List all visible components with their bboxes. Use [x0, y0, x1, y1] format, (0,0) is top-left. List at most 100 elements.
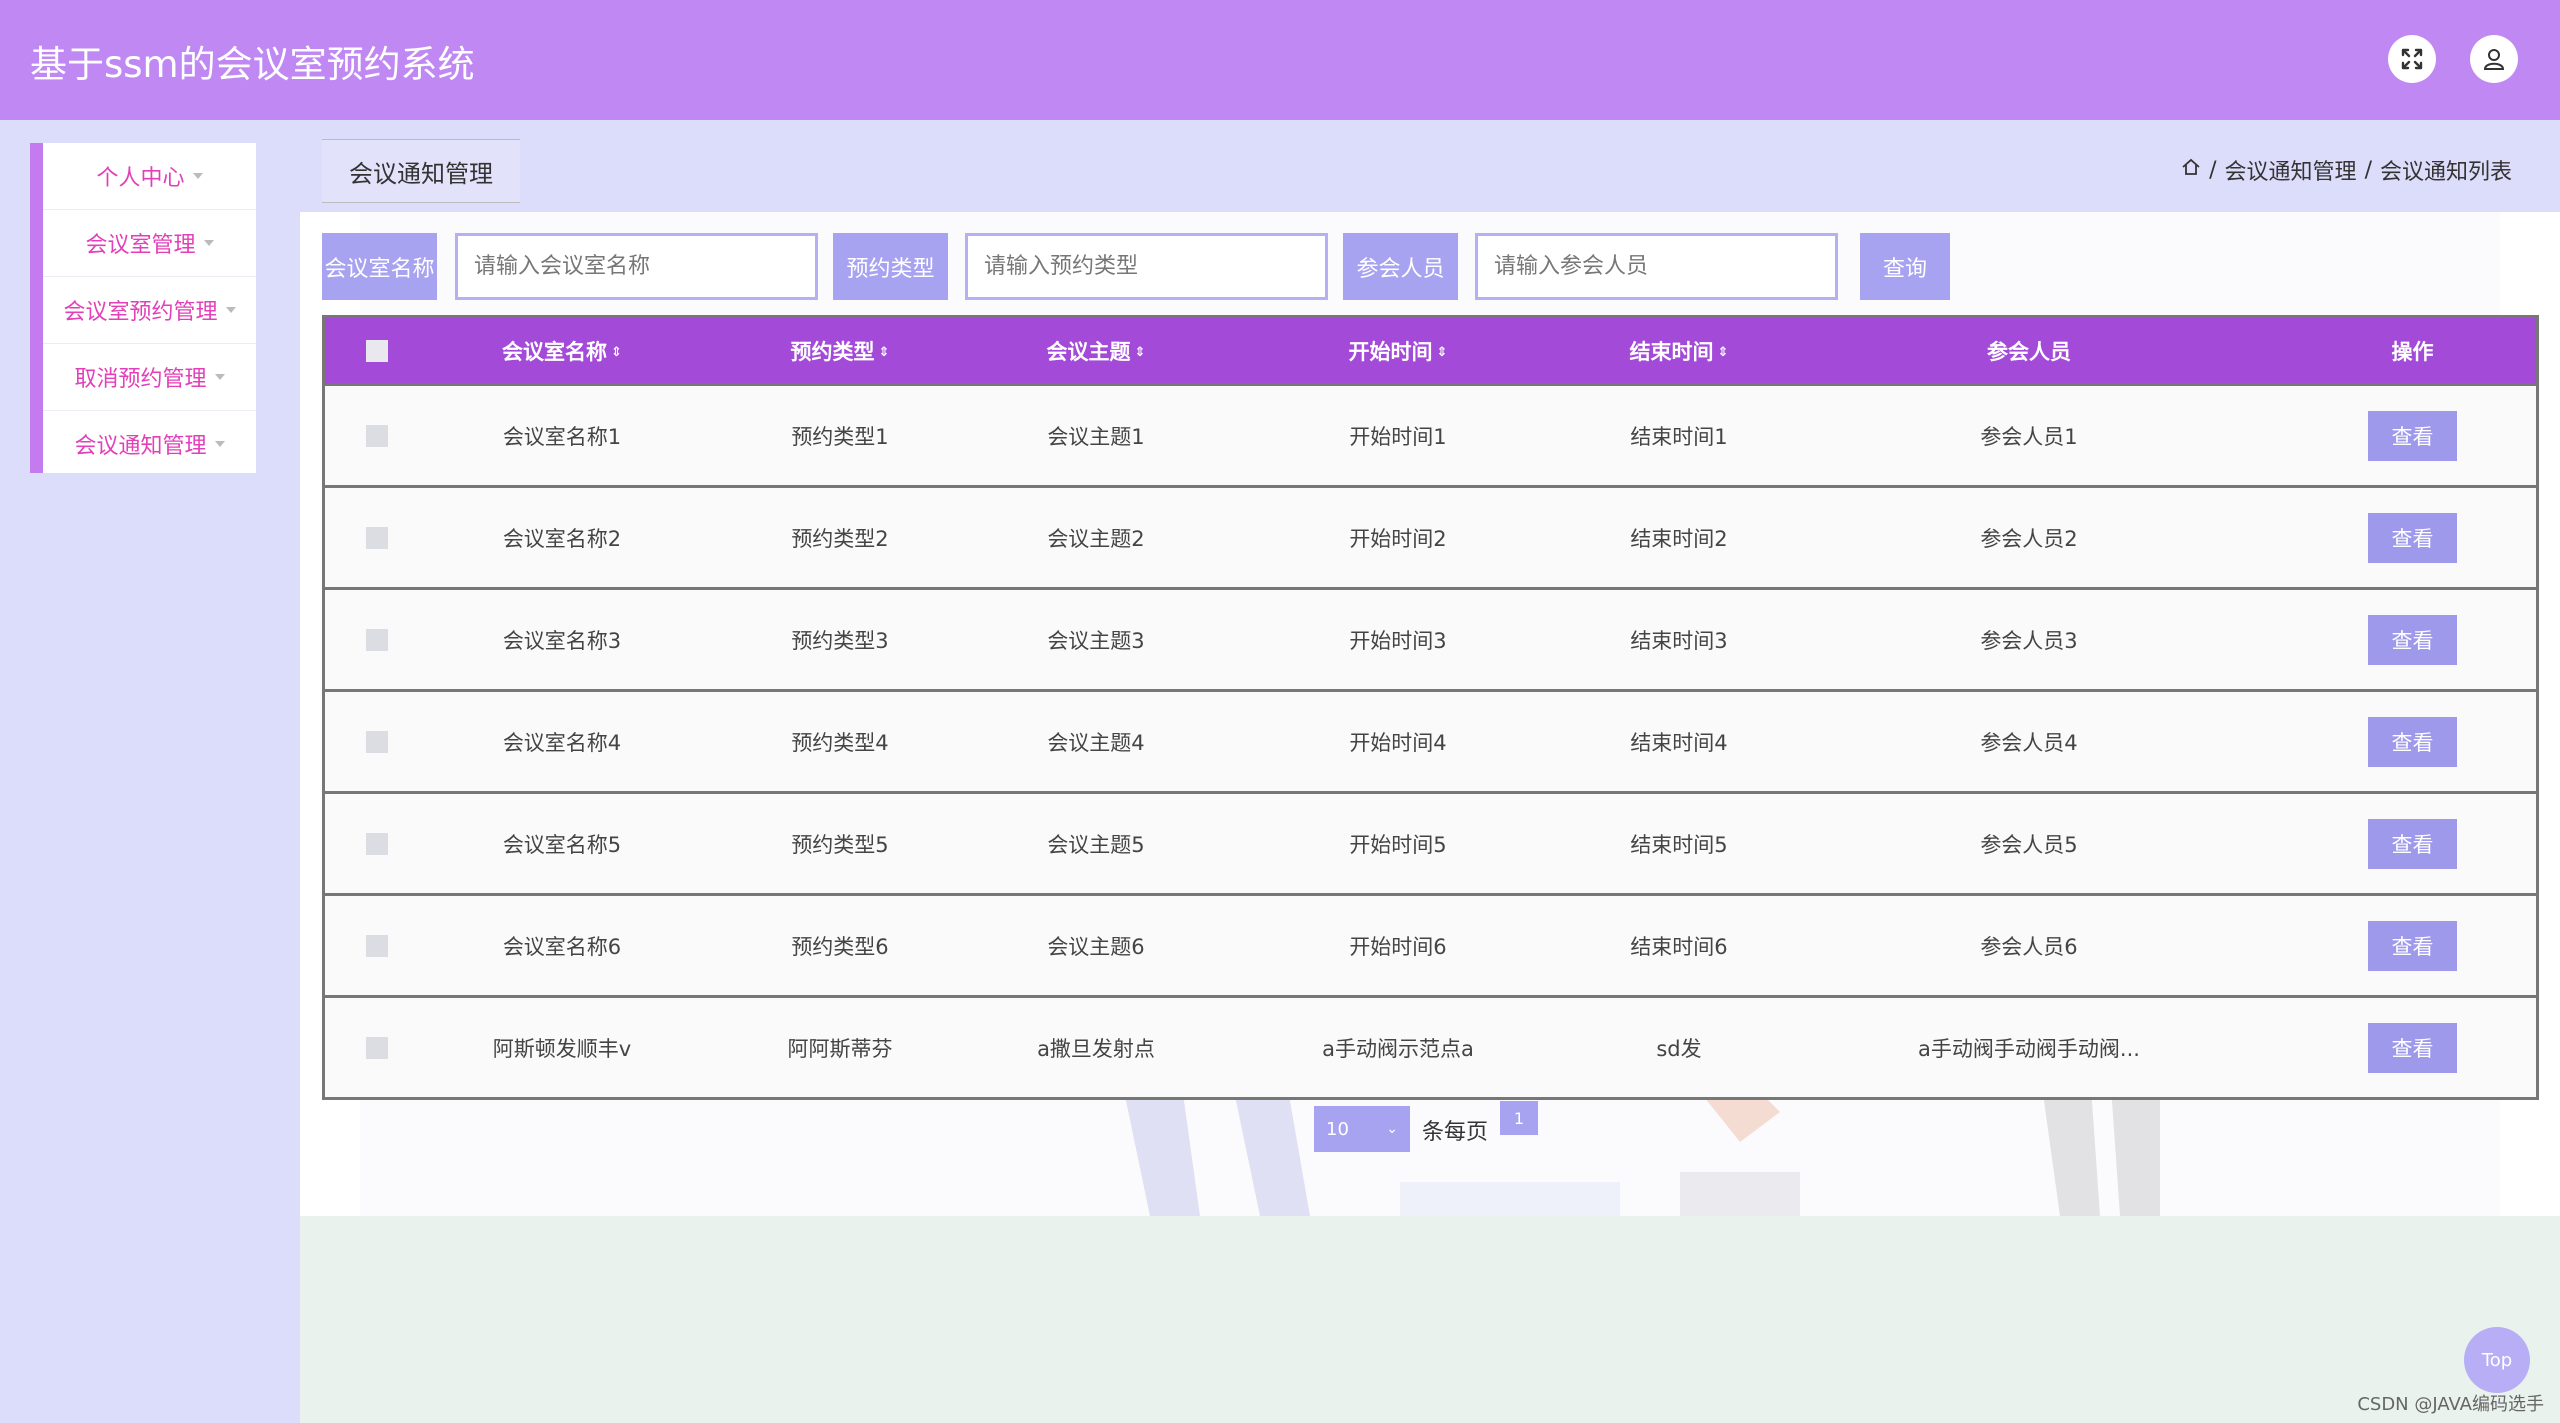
cell-room-name: 会议室名称3: [502, 628, 622, 653]
column-header-topic[interactable]: 会议主题 ⇕: [985, 336, 1207, 366]
action-cell: 查看: [2289, 920, 2536, 971]
view-button[interactable]: 查看: [2368, 818, 2457, 869]
sidebar-item-label: 个人中心: [96, 166, 185, 191]
row-checkbox[interactable]: [366, 526, 388, 549]
breadcrumb-item-module[interactable]: 会议通知管理: [2225, 154, 2357, 186]
cell-end-time: 结束时间4: [1630, 730, 1728, 755]
cell-end-time: 结束时间1: [1630, 424, 1728, 449]
page-size-select[interactable]: 10 ⌄: [1314, 1106, 1410, 1152]
row-checkbox[interactable]: [366, 832, 388, 855]
row-checkbox[interactable]: [366, 1036, 388, 1059]
view-button[interactable]: 查看: [2368, 410, 2457, 461]
cell-end-time: sd发: [1656, 1036, 1702, 1061]
view-button[interactable]: 查看: [2368, 1022, 2457, 1073]
cell-attendees: 参会人员2: [1980, 526, 2078, 551]
view-button[interactable]: 查看: [2368, 614, 2457, 665]
page-title-tab[interactable]: 会议通知管理: [322, 139, 520, 203]
per-page-label: 条每页: [1422, 1120, 1489, 1145]
cell-attendees: 参会人员6: [1980, 934, 2078, 959]
column-header-room-name[interactable]: 会议室名称 ⇕: [429, 336, 695, 366]
action-cell: 查看: [2289, 512, 2536, 563]
table-row: 会议室名称2 预约类型2 会议主题2 开始时间2 结束时间2 参会人员2 查看: [325, 485, 2536, 587]
room-name-input[interactable]: [455, 233, 818, 300]
attendee-input[interactable]: [1475, 233, 1838, 300]
app-header: 基于ssm的会议室预约系统: [0, 0, 2560, 120]
breadcrumb: / 会议通知管理 / 会议通知列表: [2181, 154, 2512, 186]
sort-icon[interactable]: ⇕: [1437, 345, 1448, 360]
chevron-down-icon: [214, 374, 225, 380]
fullscreen-icon[interactable]: [2388, 35, 2436, 83]
reservation-type-label: 预约类型: [833, 233, 948, 300]
chevron-down-icon: [225, 307, 236, 313]
column-header-end-time[interactable]: 结束时间 ⇕: [1589, 336, 1769, 366]
select-all-checkbox[interactable]: [366, 339, 388, 362]
table-row: 会议室名称3 预约类型3 会议主题3 开始时间3 结束时间3 参会人员3 查看: [325, 587, 2536, 689]
sort-icon[interactable]: ⇕: [879, 345, 890, 360]
sort-icon[interactable]: ⇕: [1718, 345, 1729, 360]
view-button[interactable]: 查看: [2368, 512, 2457, 563]
cell-type: 预约类型2: [791, 526, 889, 551]
sort-icon[interactable]: ⇕: [1135, 345, 1146, 360]
cell-topic: 会议主题5: [1047, 832, 1145, 857]
query-button[interactable]: 查询: [1860, 233, 1950, 300]
column-header-start-time[interactable]: 开始时间 ⇕: [1207, 336, 1589, 366]
sidebar-menu: 个人中心 会议室管理 会议室预约管理 取消预约管理 会议通知管理: [30, 143, 256, 473]
cell-type: 阿阿斯蒂芬: [787, 1036, 893, 1061]
cell-attendees: 参会人员1: [1980, 424, 2078, 449]
table-row: 会议室名称1 预约类型1 会议主题1 开始时间1 结束时间1 参会人员1 查看: [325, 383, 2536, 485]
table-row: 会议室名称5 预约类型5 会议主题5 开始时间5 结束时间5 参会人员5 查看: [325, 791, 2536, 893]
row-checkbox[interactable]: [366, 424, 388, 447]
cell-topic: 会议主题6: [1047, 934, 1145, 959]
cell-type: 预约类型4: [791, 730, 889, 755]
reservation-type-input[interactable]: [965, 233, 1328, 300]
action-cell: 查看: [2289, 716, 2536, 767]
sidebar-item-reservation-management[interactable]: 会议室预约管理: [43, 277, 256, 344]
column-header-actions: 操作: [2391, 339, 2434, 364]
column-header-label: 会议主题: [1046, 339, 1131, 364]
cell-room-name: 会议室名称2: [502, 526, 622, 551]
back-to-top-button[interactable]: Top: [2464, 1327, 2530, 1393]
sidebar-item-label: 会议通知管理: [74, 434, 207, 459]
view-button[interactable]: 查看: [2368, 716, 2457, 767]
page-size-value: 10: [1326, 1118, 1349, 1140]
row-select-cell: [325, 934, 429, 957]
sidebar-item-cancel-management[interactable]: 取消预约管理: [43, 344, 256, 411]
sidebar-item-room-management[interactable]: 会议室管理: [43, 210, 256, 277]
view-button[interactable]: 查看: [2368, 920, 2457, 971]
select-all-cell: [325, 339, 429, 362]
row-select-cell: [325, 526, 429, 549]
cell-topic: 会议主题1: [1047, 424, 1145, 449]
cell-topic: 会议主题2: [1047, 526, 1145, 551]
app-title: 基于ssm的会议室预约系统: [30, 43, 475, 86]
page-number-button[interactable]: 1: [1500, 1101, 1538, 1135]
user-icon[interactable]: [2470, 35, 2518, 83]
row-select-cell: [325, 730, 429, 753]
cell-room-name: 会议室名称6: [502, 934, 622, 959]
row-checkbox[interactable]: [366, 934, 388, 957]
watermark: CSDN @JAVA编码选手: [2357, 1394, 2544, 1415]
room-name-label: 会议室名称: [322, 233, 437, 300]
sidebar-item-notice-management[interactable]: 会议通知管理: [43, 411, 256, 477]
row-checkbox[interactable]: [366, 628, 388, 651]
cell-start-time: 开始时间1: [1349, 424, 1447, 449]
cell-start-time: 开始时间2: [1349, 526, 1447, 551]
notice-table: 会议室名称 ⇕ 预约类型 ⇕ 会议主题 ⇕ 开始时间 ⇕ 结束时间 ⇕ 参会人员 操作 会…: [322, 315, 2539, 1100]
cell-attendees: 参会人员5: [1980, 832, 2078, 857]
chevron-down-icon: ⌄: [1386, 1121, 1398, 1137]
row-checkbox[interactable]: [366, 730, 388, 753]
cell-end-time: 结束时间2: [1630, 526, 1728, 551]
column-header-label: 会议室名称: [502, 339, 608, 364]
action-cell: 查看: [2289, 410, 2536, 461]
chevron-down-icon: [203, 240, 214, 246]
cell-topic: 会议主题3: [1047, 628, 1145, 653]
sidebar-item-personal-center[interactable]: 个人中心: [43, 143, 256, 210]
home-icon[interactable]: [2181, 157, 2201, 183]
sort-icon[interactable]: ⇕: [611, 345, 622, 360]
column-header-type[interactable]: 预约类型 ⇕: [695, 336, 985, 366]
table-header: 会议室名称 ⇕ 预约类型 ⇕ 会议主题 ⇕ 开始时间 ⇕ 结束时间 ⇕ 参会人员 操作: [325, 318, 2536, 383]
cell-room-name: 会议室名称4: [502, 730, 622, 755]
cell-topic: 会议主题4: [1047, 730, 1145, 755]
sidebar-item-label: 取消预约管理: [74, 367, 207, 392]
action-cell: 查看: [2289, 818, 2536, 869]
cell-start-time: 开始时间3: [1349, 628, 1447, 653]
